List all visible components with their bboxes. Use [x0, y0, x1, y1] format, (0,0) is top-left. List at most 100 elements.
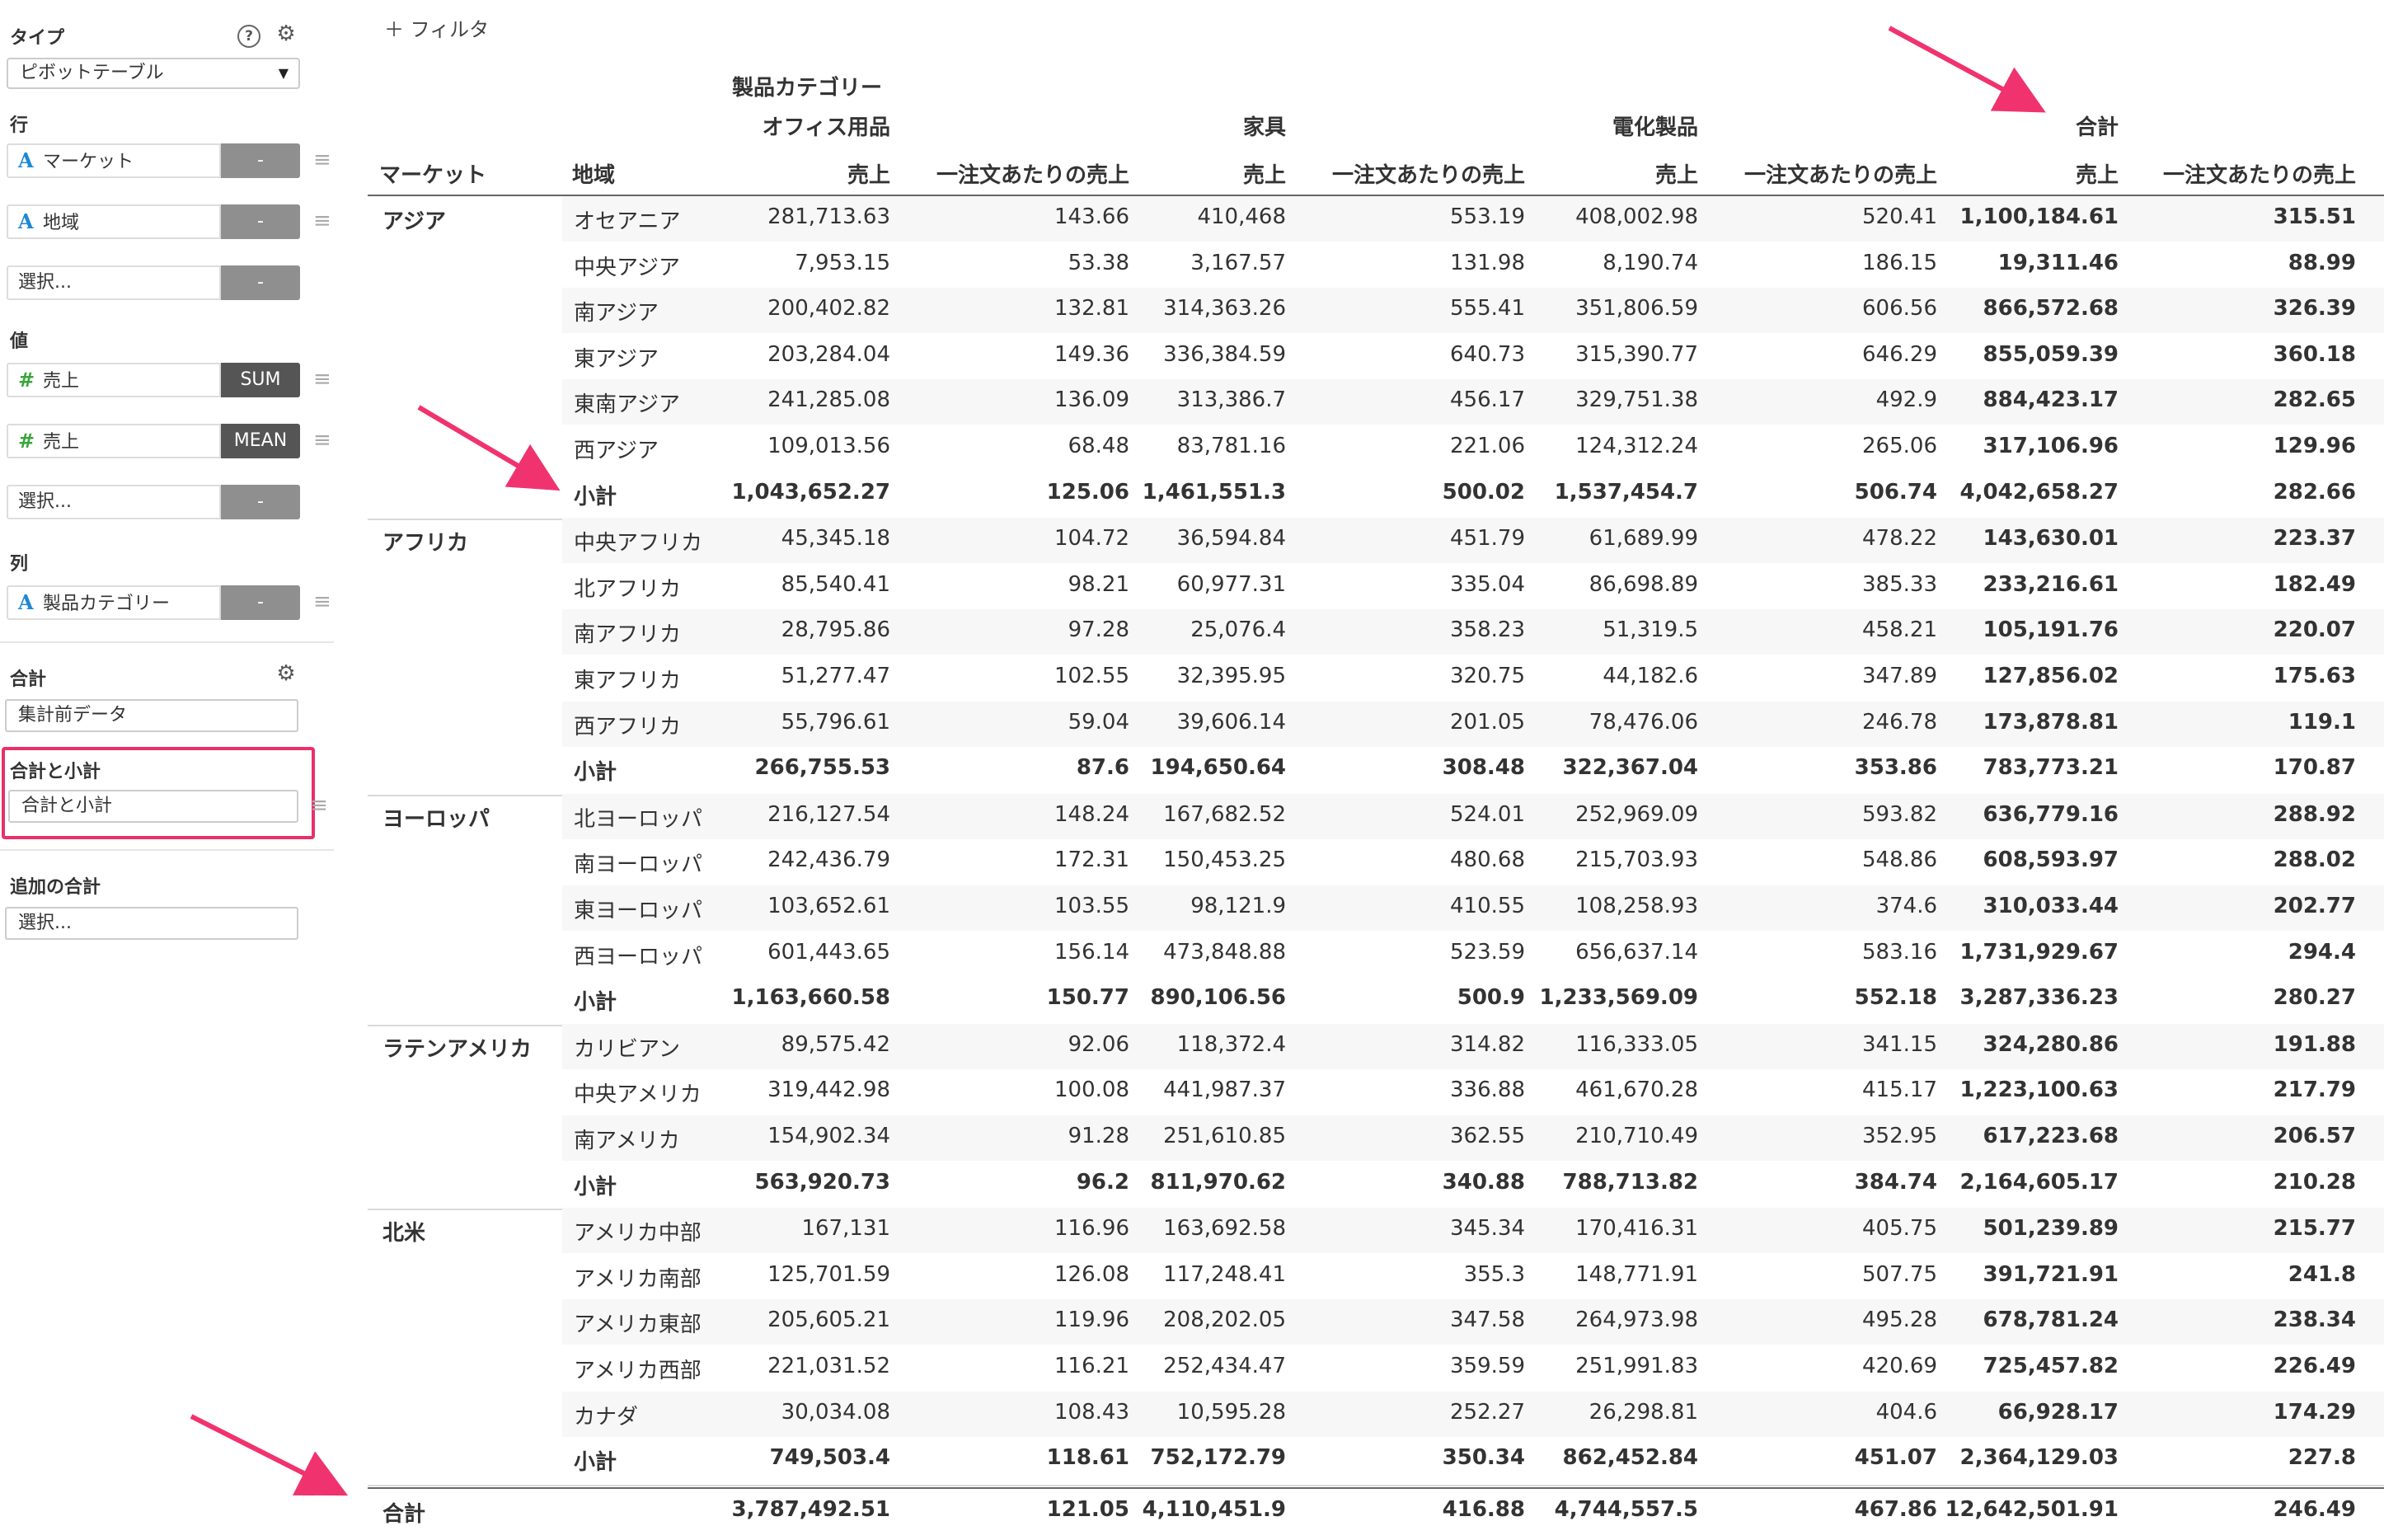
subtotal-label: 合計と小計: [10, 762, 101, 782]
value-cell: 118,372.4: [1176, 1031, 1286, 1057]
field-name[interactable]: # 売上: [7, 363, 221, 397]
subtotal-label: 小計: [574, 760, 617, 786]
add-filter-button[interactable]: ＋ フィルタ: [384, 13, 489, 42]
drag-handle-icon[interactable]: ≡: [313, 590, 331, 613]
value-cell: 336,384.59: [1163, 341, 1286, 367]
grand-total-divider: [368, 1486, 2384, 1489]
extra-total-label: 追加の合計: [10, 877, 101, 898]
field-pill[interactable]: A 地域 - ≡: [7, 204, 331, 239]
drag-handle-icon[interactable]: ≡: [313, 368, 331, 391]
subtotal-input[interactable]: 合計と小計: [8, 790, 298, 823]
subtotal-value: 3,287,336.23: [1959, 985, 2119, 1011]
total-value: 608,593.97: [1983, 847, 2119, 873]
column-header[interactable]: マーケット: [379, 158, 486, 189]
region-cell: 南アジア: [574, 301, 659, 326]
value-cell: 410,468: [1197, 204, 1286, 229]
value-cell: 109,013.56: [767, 434, 890, 458]
field-pill[interactable]: 選択... -: [7, 265, 300, 300]
gear-icon[interactable]: ⚙: [274, 21, 298, 46]
value-cell: 78,476.06: [1589, 709, 1698, 735]
value-cell: 583.16: [1862, 939, 1937, 965]
total-value: 233,216.61: [1983, 571, 2119, 597]
category-header: 合計: [2075, 115, 2119, 140]
field-label: 売上: [43, 371, 80, 392]
aggregation-button[interactable]: SUM: [221, 363, 300, 397]
region-cell: 南ヨーロッパ: [574, 852, 703, 878]
field-name[interactable]: A マーケット: [7, 143, 221, 178]
aggregation-button[interactable]: -: [221, 485, 300, 519]
field-pill[interactable]: 選択... -: [7, 485, 300, 519]
value-cell: 221,031.52: [767, 1354, 890, 1378]
field-name[interactable]: A 地域: [7, 204, 221, 239]
aggregation-button[interactable]: -: [221, 265, 300, 300]
grand-total-value: 4,110,451.9: [1142, 1496, 1286, 1522]
chart-type-select[interactable]: ピボットテーブル ▼: [7, 58, 300, 89]
column-header[interactable]: 売上: [1655, 158, 1698, 189]
region-cell: カリビアン: [574, 1036, 680, 1062]
column-header[interactable]: 売上: [1243, 158, 1286, 189]
value-cell: 314.82: [1450, 1031, 1525, 1057]
filter-label: フィルタ: [410, 18, 490, 41]
column-header[interactable]: 一注文あたりの売上: [2163, 158, 2356, 189]
region-cell: 西ヨーロッパ: [574, 944, 703, 970]
total-value: 501,239.89: [1983, 1216, 2119, 1242]
group-divider: [368, 1484, 2384, 1486]
field-name[interactable]: # 売上: [7, 424, 221, 458]
extra-total-input[interactable]: 選択...: [5, 907, 298, 940]
drag-handle-icon[interactable]: ≡: [313, 429, 331, 452]
drag-handle-icon[interactable]: ≡: [313, 148, 331, 171]
subtotal-value: 552.18: [1854, 985, 1937, 1011]
column-header[interactable]: 売上: [2076, 158, 2119, 189]
select-field-placeholder[interactable]: 選択...: [7, 485, 221, 519]
subtotal-value: 194,650.64: [1150, 755, 1286, 781]
select-field-placeholder[interactable]: 選択...: [7, 265, 221, 300]
value-cell: 441,987.37: [1163, 1078, 1286, 1103]
value-cell: 116,333.05: [1575, 1031, 1698, 1057]
column-header[interactable]: 一注文あたりの売上: [1332, 158, 1525, 189]
drag-handle-icon[interactable]: ≡: [307, 793, 331, 818]
value-cell: 456.17: [1450, 387, 1525, 413]
help-icon[interactable]: ?: [237, 25, 260, 48]
aggregation-button[interactable]: -: [221, 204, 300, 239]
total-value: 238.34: [2273, 1308, 2356, 1333]
region-cell: アメリカ中部: [574, 1221, 702, 1247]
subtotal-value: 500.02: [1442, 479, 1525, 505]
column-header[interactable]: 地域: [572, 158, 615, 189]
subtotal-value: 2,164,605.17: [1959, 1169, 2119, 1195]
column-header[interactable]: 一注文あたりの売上: [1744, 158, 1937, 189]
value-cell: 362.55: [1450, 1124, 1525, 1148]
gear-icon[interactable]: ⚙: [274, 661, 298, 686]
total-value: 310,033.44: [1983, 894, 2119, 918]
total-value: 1,223,100.63: [1959, 1078, 2119, 1103]
field-pill[interactable]: # 売上 SUM ≡: [7, 363, 331, 397]
total-value: 324,280.86: [1983, 1031, 2119, 1057]
aggregation-button[interactable]: -: [221, 143, 300, 178]
subtotal-value: 788,713.82: [1562, 1169, 1698, 1195]
column-header[interactable]: 売上: [847, 158, 890, 189]
value-cell: 60,977.31: [1176, 571, 1286, 597]
value-cell: 200,402.82: [767, 296, 890, 322]
total-value: 19,311.46: [1997, 250, 2119, 275]
value-cell: 553.19: [1450, 204, 1525, 229]
field-pill[interactable]: # 売上 MEAN ≡: [7, 424, 331, 458]
subtotal-value: 118.61: [1046, 1445, 1129, 1471]
total-input[interactable]: 集計前データ: [5, 699, 298, 732]
value-cell: 341.15: [1862, 1031, 1937, 1057]
column-header[interactable]: 一注文あたりの売上: [936, 158, 1129, 189]
market-cell: アフリカ: [382, 531, 469, 556]
drag-handle-icon[interactable]: ≡: [313, 209, 331, 232]
value-cell: 656,637.14: [1575, 939, 1698, 965]
field-pill[interactable]: A マーケット - ≡: [7, 143, 331, 178]
value-cell: 478.22: [1862, 526, 1937, 552]
subtotal-value: 308.48: [1442, 755, 1525, 781]
value-cell: 45,345.18: [781, 526, 890, 552]
aggregation-button[interactable]: -: [221, 585, 300, 620]
value-cell: 44,182.6: [1603, 664, 1698, 688]
value-cell: 143.66: [1054, 204, 1129, 229]
subtotal-value: 280.27: [2273, 985, 2356, 1011]
field-name[interactable]: A 製品カテゴリー: [7, 585, 221, 620]
value-cell: 61,689.99: [1589, 526, 1698, 552]
field-pill[interactable]: A 製品カテゴリー - ≡: [7, 585, 331, 620]
aggregation-button[interactable]: MEAN: [221, 424, 300, 458]
value-cell: 132.81: [1054, 296, 1129, 322]
